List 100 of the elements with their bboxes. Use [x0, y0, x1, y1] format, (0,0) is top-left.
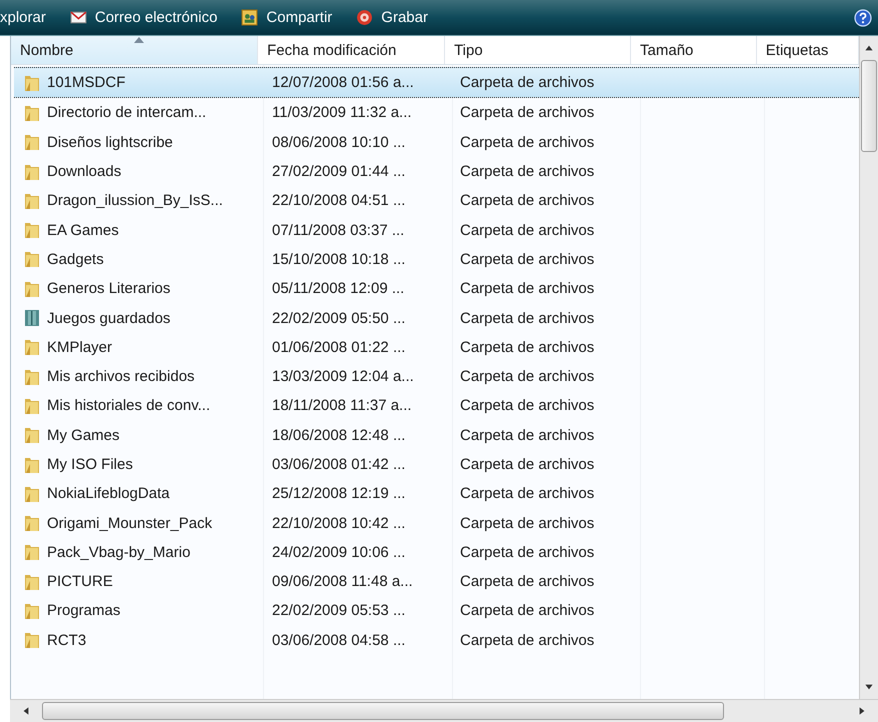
- date-modified: 22/02/2009 05:53 ...: [272, 602, 406, 620]
- folder-icon: [24, 543, 40, 562]
- date-modified: 03/06/2008 04:58 ...: [272, 632, 406, 649]
- file-row[interactable]: My Games 18/06/2008 12:48 ... Carpeta de archivos: [14, 420, 859, 450]
- file-name: PICTURE: [47, 573, 113, 590]
- file-type: Carpeta de archivos: [460, 573, 594, 590]
- horizontal-scrollbar[interactable]: [10, 699, 878, 722]
- file-type: Carpeta de archivos: [460, 74, 594, 92]
- file-name: Mis archivos recibidos: [47, 368, 195, 386]
- file-name: Generos Literarios: [47, 280, 170, 298]
- selected-row[interactable]: 101MSDCF 12/07/2008 01:56 a... Carpeta de archivos: [14, 67, 859, 98]
- folder-icon: [24, 426, 40, 444]
- help-icon[interactable]: [854, 8, 872, 26]
- date-modified: 27/02/2009 01:44 ...: [272, 163, 406, 180]
- file-row[interactable]: Generos Literarios 05/11/2008 12:09 ... Carpeta de archivos: [14, 274, 859, 304]
- file-name: Origami_Mounster_Pack: [47, 514, 212, 532]
- file-row[interactable]: EA Games 07/11/2008 03:37 ... Carpeta de archivos: [14, 215, 859, 245]
- explore-button[interactable]: xplorar: [0, 5, 56, 30]
- folder-icon: [24, 368, 40, 386]
- vertical-scrollbar[interactable]: [859, 36, 878, 699]
- file-row[interactable]: Gadgets 15/10/2008 10:18 ... Carpeta de archivos: [14, 244, 859, 274]
- folder-icon: [24, 396, 40, 415]
- file-type: Carpeta de archivos: [460, 134, 594, 151]
- file-name: My Games: [47, 426, 120, 444]
- column-header[interactable]: Nombre: [11, 36, 258, 64]
- file-name: 101MSDCF: [47, 74, 126, 92]
- file-row[interactable]: PICTURE 09/06/2008 11:48 a... Carpeta de archivos: [14, 567, 859, 596]
- share-button[interactable]: Compartir: [231, 5, 342, 30]
- file-row[interactable]: Mis historiales de conv... 18/11/2008 11:37 a... Carpeta de archivos: [14, 391, 859, 421]
- people-icon: [241, 9, 258, 26]
- file-name: NokiaLifeblogData: [47, 485, 170, 502]
- file-name: RCT3: [47, 632, 86, 649]
- file-type: Carpeta de archivos: [460, 280, 594, 298]
- date-modified: 08/06/2008 10:10 ...: [272, 134, 406, 151]
- file-row[interactable]: Mis archivos recibidos 13/03/2009 12:04 a... Carpeta de archivos: [14, 362, 859, 392]
- email-button[interactable]: Correo electrónico: [60, 5, 228, 30]
- file-row[interactable]: Downloads 27/02/2009 01:44 ... Carpeta de archivos: [14, 156, 859, 186]
- folder-icon: [24, 572, 40, 591]
- file-name: My ISO Files: [47, 456, 133, 473]
- disc-icon: [356, 9, 374, 26]
- file-type: Carpeta de archivos: [460, 632, 594, 649]
- file-row[interactable]: Origami_Mounster_Pack 22/10/2008 10:42 ... Carpeta de archivos: [14, 508, 859, 538]
- file-row[interactable]: Diseños lightscribe 08/06/2008 10:10 ... Carpeta de archivos: [14, 128, 859, 157]
- folder-icon: [24, 162, 40, 181]
- burn-button[interactable]: Grabar: [346, 5, 438, 30]
- file-name: Directorio de intercam...: [47, 104, 206, 122]
- date-modified: 25/12/2008 12:19 ...: [272, 485, 406, 502]
- file-row[interactable]: Pack_Vbag-by_Mario 24/02/2009 10:06 ... Carpeta de archivos: [14, 538, 859, 568]
- file-row[interactable]: Juegos guardados 22/02/2009 05:50 ... Carpeta de archivos: [14, 303, 859, 333]
- file-row[interactable]: RCT3 03/06/2008 04:58 ... Carpeta de archivos: [14, 626, 859, 655]
- folder-icon: [24, 221, 40, 240]
- file-row[interactable]: My ISO Files 03/06/2008 01:42 ... Carpeta de archivos: [14, 450, 859, 480]
- file-type: Carpeta de archivos: [460, 310, 594, 327]
- file-row[interactable]: NokiaLifeblogData 25/12/2008 12:19 ... Carpeta de archivos: [14, 479, 859, 508]
- folder-icon: [24, 602, 40, 620]
- date-modified: 22/02/2009 05:50 ...: [272, 310, 406, 327]
- column-header[interactable]: Tamaño: [631, 36, 757, 64]
- scroll-thumb[interactable]: [42, 702, 724, 720]
- folder-icon: [24, 338, 40, 356]
- file-type: Carpeta de archivos: [460, 192, 594, 210]
- file-type: Carpeta de archivos: [460, 368, 594, 386]
- column-header[interactable]: Fecha modificación: [258, 36, 446, 64]
- file-type: Carpeta de archivos: [460, 222, 594, 239]
- file-row[interactable]: Directorio de intercam... 11/03/2009 11:32 a... Carpeta de archivos: [14, 98, 859, 128]
- folder-icon: [24, 631, 40, 650]
- date-modified: 03/06/2008 01:42 ...: [272, 456, 406, 473]
- file-name: Juegos guardados: [47, 310, 170, 327]
- date-modified: 18/11/2008 11:37 a...: [272, 397, 412, 414]
- envelope-icon: [70, 9, 87, 26]
- file-row[interactable]: KMPlayer 01/06/2008 01:22 ... Carpeta de archivos: [14, 332, 859, 362]
- folder-icon: [24, 514, 40, 532]
- file-type: Carpeta de archivos: [460, 426, 594, 444]
- date-modified: 01/06/2008 01:22 ...: [272, 338, 406, 356]
- folder-icon: [24, 104, 40, 122]
- date-modified: 11/03/2009 11:32 a...: [272, 104, 412, 122]
- date-modified: 22/10/2008 10:42 ...: [272, 514, 406, 532]
- file-type: Carpeta de archivos: [460, 250, 594, 268]
- file-name: Pack_Vbag-by_Mario: [47, 544, 190, 561]
- folder-icon: [24, 280, 40, 298]
- file-name: Downloads: [47, 163, 122, 180]
- file-name: Programas: [47, 602, 120, 620]
- file-name: Diseños lightscribe: [47, 134, 173, 151]
- folder-icon: [24, 74, 40, 92]
- folder-icon: [24, 192, 40, 210]
- file-type: Carpeta de archivos: [460, 163, 594, 180]
- games-folder-icon: [24, 309, 40, 328]
- folder-icon: [24, 250, 40, 268]
- file-row[interactable]: Dragon_ilussion_By_IsS... 22/10/2008 04:51 ... Carpeta de archivos: [14, 186, 859, 216]
- column-header[interactable]: Tipo: [445, 36, 632, 64]
- date-modified: 07/11/2008 03:37 ...: [272, 222, 404, 239]
- date-modified: 12/07/2008 01:56 a...: [272, 74, 414, 92]
- file-type: Carpeta de archivos: [460, 602, 594, 620]
- file-type: Carpeta de archivos: [460, 104, 594, 122]
- file-name: Dragon_ilussion_By_IsS...: [47, 192, 223, 210]
- scroll-thumb[interactable]: [861, 60, 877, 152]
- date-modified: 24/02/2009 10:06 ...: [272, 544, 406, 561]
- folder-icon: [24, 133, 40, 152]
- file-name: EA Games: [47, 222, 119, 239]
- file-row[interactable]: Programas 22/02/2009 05:53 ... Carpeta de archivos: [14, 596, 859, 626]
- date-modified: 18/06/2008 12:48 ...: [272, 426, 406, 444]
